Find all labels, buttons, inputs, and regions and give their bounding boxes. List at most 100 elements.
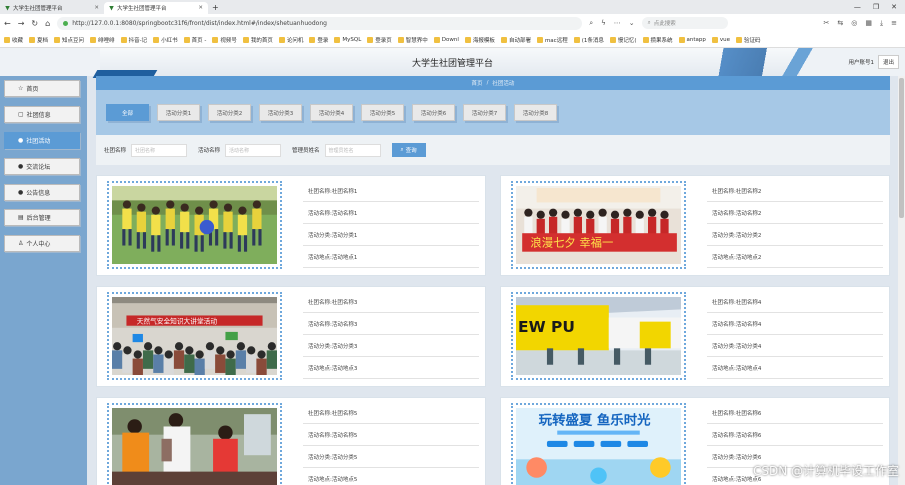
- minimize-icon[interactable]: —: [854, 3, 861, 11]
- zoom-icon[interactable]: ⌕: [589, 19, 593, 28]
- bookmark-item[interactable]: 自动部署: [500, 36, 531, 44]
- chevron-down-icon[interactable]: ⌄: [629, 19, 635, 28]
- bookmark-item[interactable]: 小红书: [153, 36, 178, 44]
- folder-icon: [678, 36, 685, 43]
- vertical-scrollbar[interactable]: [898, 76, 905, 485]
- bookmark-item[interactable]: (1条消息: [573, 36, 604, 44]
- bookmark-item[interactable]: 验证码: [736, 36, 761, 44]
- new-tab-button[interactable]: +: [212, 3, 219, 12]
- sidebar-item-notice[interactable]: ● 公告信息: [4, 184, 80, 201]
- bookmark-item[interactable]: 登录: [309, 36, 328, 44]
- category-tab-1[interactable]: 活动分类1: [157, 104, 200, 121]
- forward-icon[interactable]: →: [18, 19, 25, 28]
- bookmark-item[interactable]: 论问机: [278, 36, 303, 44]
- bookmark-item[interactable]: 慢记忆(: [609, 36, 637, 44]
- activity-image-frame[interactable]: 天然气安全知识大讲堂活动: [107, 292, 282, 380]
- category-tab-7[interactable]: 活动分类7: [463, 104, 506, 121]
- bookmark-item[interactable]: 夏档: [29, 36, 48, 44]
- url-field[interactable]: http://127.0.0.1:8080/springbootc31f6/fr…: [57, 16, 583, 30]
- bookmark-label: 收藏: [12, 37, 24, 44]
- lightning-icon[interactable]: ϟ: [601, 19, 606, 28]
- close-tab-icon[interactable]: ✕: [198, 5, 203, 11]
- scrollbar-thumb[interactable]: [899, 78, 904, 218]
- activity-image-frame[interactable]: 玩转盛夏 鱼乐时光: [511, 403, 686, 485]
- download-icon[interactable]: ⤓: [880, 19, 883, 28]
- bookmark-item[interactable]: mac远程: [536, 36, 568, 44]
- category-tab-4[interactable]: 活动分类4: [310, 104, 353, 121]
- bookmark-item[interactable]: MySQL: [334, 36, 361, 43]
- browser-tab[interactable]: 大学生社团管理平台 ✕: [0, 2, 104, 14]
- sidebar-item-admin[interactable]: ▤ 后台管理: [4, 209, 80, 226]
- category-tab-3[interactable]: 活动分类3: [259, 104, 302, 121]
- extension-icon[interactable]: ◎: [851, 19, 857, 28]
- query-label: 查询: [405, 148, 417, 154]
- bookmark-item[interactable]: 抖音-记: [120, 36, 148, 44]
- browser-search-box[interactable]: ⌕ 点此搜索: [641, 17, 728, 29]
- category-tab-6[interactable]: 活动分类6: [412, 104, 455, 121]
- sidebar-item-profile[interactable]: ♙ 个人中心: [4, 235, 80, 252]
- club-name-input[interactable]: 社团名称: [131, 143, 188, 157]
- sidebar-item-label: 社团活动: [26, 138, 51, 145]
- activity-image-frame[interactable]: 浪漫七夕 幸福一: [511, 181, 686, 269]
- bookmark-item[interactable]: 攒果系统: [642, 36, 673, 44]
- category-tab-8[interactable]: 活动分类8: [514, 104, 557, 121]
- admin-name-input[interactable]: 管理员姓名: [324, 143, 381, 157]
- activity-image-frame[interactable]: [107, 181, 282, 269]
- activity-card[interactable]: 社团名称:社团名称1 活动名称:活动名称1 活动分类:活动分类1 活动地点:活动地点1: [96, 175, 486, 276]
- logout-button[interactable]: 退出: [877, 55, 899, 69]
- bookmark-label: 抖音-记: [128, 37, 148, 44]
- activity-place-field: 活动地点:活动地点4: [707, 357, 883, 379]
- bookmark-label: mac远程: [544, 37, 568, 44]
- activity-card[interactable]: 社团名称:社团名称5 活动名称:活动名称5 活动分类:活动分类5 活动地点:活动地点5: [96, 397, 486, 485]
- query-button[interactable]: ⌕ 查询: [391, 143, 426, 157]
- bookmark-item[interactable]: 首页 -: [183, 36, 206, 44]
- browser-tab-active[interactable]: 大学生社团管理平台 ✕: [104, 2, 208, 14]
- home-icon[interactable]: ⌂: [45, 19, 50, 28]
- bookmark-item[interactable]: antapp: [678, 36, 706, 43]
- bookmark-item[interactable]: 海报模板: [464, 36, 495, 44]
- restore-icon[interactable]: ❐: [873, 3, 879, 11]
- sidebar-item-forum[interactable]: ● 交流论坛: [4, 158, 80, 175]
- scissors-icon[interactable]: ✂: [824, 19, 830, 28]
- bookmark-item[interactable]: 绯哩绯: [90, 36, 115, 44]
- activity-image-frame[interactable]: [107, 403, 282, 485]
- category-tab-5[interactable]: 活动分类5: [361, 104, 404, 121]
- sidebar-item-label: 首页: [26, 86, 39, 93]
- category-tab-all[interactable]: 全部: [106, 104, 149, 121]
- activity-card[interactable]: 浪漫七夕 幸福一 社团名称:社团名称2 活动名称:活动名称2 活动分类:活动分类2 活动…: [500, 175, 890, 276]
- activity-place-field: 活动地点:活动地点3: [303, 357, 479, 379]
- activity-image-frame[interactable]: EW PU: [511, 292, 686, 380]
- bookmark-item[interactable]: Downl: [433, 36, 459, 43]
- sidebar-item-club-activity[interactable]: ● 社团活动: [4, 132, 80, 149]
- activity-card[interactable]: EW PU 社团名称:社团名称4 活动名称:活动名称4 活动分类:活动分类4 活动地点:…: [500, 286, 890, 387]
- activity-name-input[interactable]: 活动名称: [225, 143, 282, 157]
- user-account-label[interactable]: 用户账号1: [848, 58, 874, 66]
- activity-fields: 社团名称:社团名称4 活动名称:活动名称4 活动分类:活动分类4 活动地点:活动地点4: [707, 291, 883, 379]
- activity-place-field: 活动地点:活动地点5: [303, 468, 479, 485]
- folder-icon: [736, 36, 743, 43]
- bookmark-item[interactable]: 智慧界中: [397, 36, 428, 44]
- bookmark-item[interactable]: 收藏: [4, 36, 23, 44]
- activity-card[interactable]: 天然气安全知识大讲堂活动 社团名称:社团名称3 活动名称:活动名称3 活动分类:活动分…: [96, 286, 486, 387]
- activity-photo: [112, 408, 277, 485]
- close-tab-icon[interactable]: ✕: [94, 5, 99, 11]
- menu-icon[interactable]: ≡: [891, 19, 897, 28]
- sidebar: ☆ 首页 ▢ 社团信息 ● 社团活动 ● 交流论坛 ● 公告信息 ▤ 后台管理 ♙ 个人中心: [0, 76, 87, 485]
- bookmark-item[interactable]: vue: [711, 36, 730, 43]
- translate-icon[interactable]: ⇆: [837, 19, 843, 28]
- bookmark-item[interactable]: 我的首页: [242, 36, 273, 44]
- grid-icon[interactable]: ▦: [865, 19, 872, 28]
- breadcrumb-home[interactable]: 首页: [472, 79, 483, 87]
- bookmark-label: (1条消息: [581, 37, 604, 44]
- sidebar-item-club-info[interactable]: ▢ 社团信息: [4, 106, 80, 123]
- more-icon[interactable]: ⋯: [614, 19, 621, 28]
- bookmark-item[interactable]: 知点豆问: [54, 36, 84, 44]
- banner-text: 天然气安全知识大讲堂活动: [137, 317, 218, 326]
- category-tab-2[interactable]: 活动分类2: [208, 104, 251, 121]
- back-icon[interactable]: ←: [4, 19, 11, 28]
- sidebar-item-home[interactable]: ☆ 首页: [4, 80, 80, 97]
- bookmark-item[interactable]: 登录页: [367, 36, 392, 44]
- bookmark-item[interactable]: 视频号: [212, 36, 237, 44]
- reload-icon[interactable]: ↻: [31, 19, 38, 28]
- close-window-icon[interactable]: ✕: [891, 3, 897, 11]
